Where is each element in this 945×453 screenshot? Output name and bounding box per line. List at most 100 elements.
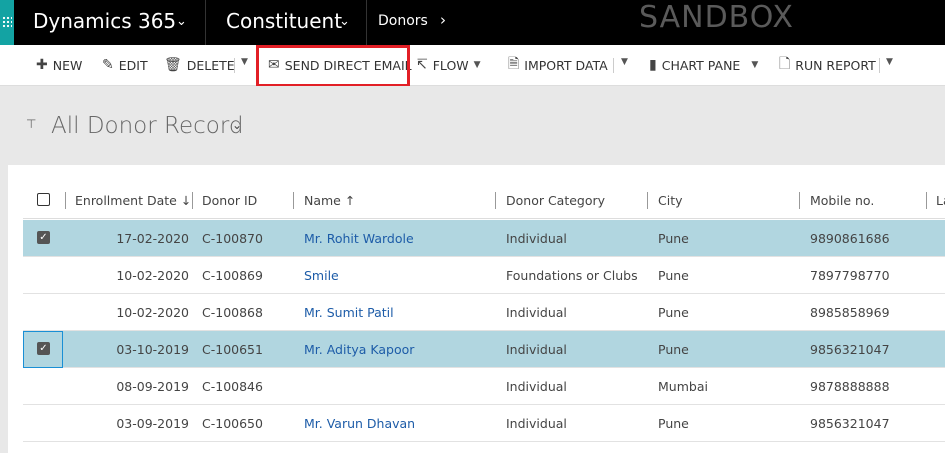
cell-mobile: 8985858969: [810, 305, 890, 320]
more-delete-caret-icon[interactable]: ▼: [241, 57, 248, 67]
caret-down-icon: ▼: [473, 60, 481, 70]
cell-enrollment-date: 17-02-2020: [116, 231, 189, 246]
highlight-box: [256, 45, 410, 87]
cell-donor-id: C-100846: [202, 379, 263, 394]
cell-donor-id: C-100651: [202, 342, 263, 357]
cell-mobile: 9856321047: [810, 342, 890, 357]
command-divider: [613, 58, 614, 73]
row-checkbox[interactable]: ✓: [37, 231, 50, 244]
cell-donor-category: Foundations or Clubs: [506, 268, 638, 283]
cell-donor-category: Individual: [506, 342, 567, 357]
sort-down-icon: ↓: [180, 193, 192, 208]
cell-city: Pune: [658, 231, 689, 246]
cell-city: Pune: [658, 416, 689, 431]
view-title[interactable]: All Donor Record: [51, 113, 244, 139]
plus-icon: ✚: [36, 57, 48, 73]
chart-pane-button[interactable]: ▮ CHART PANE ▼: [649, 55, 758, 75]
top-nav-bar: Dynamics 365 ⌄ Constituent ⌄ Donors › SA…: [0, 0, 945, 45]
column-divider: [647, 192, 648, 209]
cell-enrollment-date: 10-02-2020: [116, 305, 189, 320]
cell-name-link[interactable]: Smile: [304, 268, 339, 283]
cell-city: Mumbai: [658, 379, 708, 394]
delete-button[interactable]: 🗑 DELETE: [164, 55, 235, 75]
chevron-right-icon[interactable]: ›: [440, 11, 446, 29]
row-checkbox[interactable]: ✓: [37, 342, 50, 355]
cell-mobile: 9856321047: [810, 416, 890, 431]
command-bar: ✚ NEW ✎ EDIT 🗑 DELETE ▼ ✉ SEND DIRECT EM…: [0, 45, 945, 86]
report-icon: 🗋: [779, 56, 791, 72]
cell-donor-category: Individual: [506, 231, 567, 246]
edit-label: EDIT: [118, 57, 148, 73]
column-header-name[interactable]: Name ↑: [304, 193, 355, 208]
cell-name-link[interactable]: Mr. Varun Dhavan: [304, 416, 415, 431]
new-label: NEW: [52, 57, 83, 73]
cell-donor-id: C-100650: [202, 416, 263, 431]
run-report-button[interactable]: 🗋 RUN REPORT: [779, 55, 876, 75]
cell-mobile: 9890861686: [810, 231, 890, 246]
column-divider: [926, 192, 927, 209]
column-header-mobile[interactable]: Mobile no.: [810, 193, 874, 208]
app-launcher-button[interactable]: [0, 0, 14, 45]
cell-donor-category: Individual: [506, 416, 567, 431]
records-grid: Enrollment Date ↓ Donor ID Name ↑ Donor …: [8, 165, 945, 453]
app-title[interactable]: Dynamics 365: [33, 9, 176, 33]
column-header-city[interactable]: City: [658, 193, 683, 208]
cell-mobile: 7897798770: [810, 268, 890, 283]
new-button[interactable]: ✚ NEW: [36, 55, 82, 75]
cell-city: Pune: [658, 305, 689, 320]
select-all-checkbox[interactable]: [37, 193, 50, 206]
cell-mobile: 9878888888: [810, 379, 890, 394]
cell-city: Pune: [658, 342, 689, 357]
import-icon: 🗎: [508, 56, 520, 72]
edit-button[interactable]: ✎ EDIT: [102, 55, 148, 75]
column-header-donor-category[interactable]: Donor Category: [506, 193, 605, 208]
chart-pane-label: CHART PANE: [661, 57, 741, 73]
chevron-down-icon[interactable]: ⌄: [339, 14, 350, 29]
import-data-label: IMPORT DATA: [524, 57, 608, 73]
cell-enrollment-date: 08-09-2019: [116, 379, 189, 394]
cell-name-link[interactable]: Mr. Aditya Kapoor: [304, 342, 414, 357]
column-header-enrollment-date[interactable]: Enrollment Date ↓: [75, 193, 191, 208]
more-commands-caret-icon[interactable]: ▼: [886, 57, 893, 67]
cell-name-link[interactable]: Mr. Sumit Patil: [304, 305, 394, 320]
cell-city: Pune: [658, 268, 689, 283]
pin-icon[interactable]: ⊤: [26, 117, 36, 131]
entity-breadcrumb[interactable]: Donors: [378, 13, 428, 29]
table-row[interactable]: 03-09-2019 C-100650 Mr. Varun Dhavan Ind…: [23, 405, 945, 442]
table-row[interactable]: 10-02-2020 C-100869 Smile Foundations or…: [23, 257, 945, 294]
sort-up-icon: ↑: [344, 193, 356, 208]
area-selector[interactable]: Constituent: [226, 9, 342, 33]
flow-icon: ↸: [416, 57, 428, 73]
command-divider: [879, 58, 880, 73]
cell-donor-category: Individual: [506, 379, 567, 394]
cell-donor-id: C-100869: [202, 268, 263, 283]
import-data-button[interactable]: 🗎 IMPORT DATA: [508, 55, 608, 75]
cell-enrollment-date: 03-09-2019: [116, 416, 189, 431]
flow-label: FLOW: [432, 57, 469, 73]
cell-enrollment-date: 10-02-2020: [116, 268, 189, 283]
environment-badge: SANDBOX: [639, 0, 794, 35]
table-row[interactable]: 08-09-2019 C-100846 Individual Mumbai 98…: [23, 368, 945, 405]
command-divider: [234, 58, 235, 73]
more-import-caret-icon[interactable]: ▼: [621, 57, 628, 67]
cell-donor-category: Individual: [506, 305, 567, 320]
table-row[interactable]: ✓ 17-02-2020 C-100870 Mr. Rohit Wardole …: [23, 220, 945, 257]
run-report-label: RUN REPORT: [795, 57, 876, 73]
pencil-icon: ✎: [102, 57, 114, 73]
column-header-last[interactable]: La: [936, 193, 945, 208]
cell-donor-id: C-100870: [202, 231, 263, 246]
chevron-down-icon[interactable]: ⌄: [176, 14, 187, 29]
column-divider: [192, 192, 193, 209]
cell-donor-id: C-100868: [202, 305, 263, 320]
flow-button[interactable]: ↸ FLOW ▼: [416, 55, 481, 75]
chevron-down-icon[interactable]: ⌄: [232, 118, 242, 132]
bar-chart-icon: ▮: [649, 57, 657, 73]
cell-name-link[interactable]: Mr. Rohit Wardole: [304, 231, 414, 246]
column-divider: [65, 192, 66, 209]
nav-divider: [205, 0, 206, 45]
caret-down-icon: ▼: [751, 60, 759, 70]
table-row[interactable]: ✓ 03-10-2019 C-100651 Mr. Aditya Kapoor …: [23, 331, 945, 368]
delete-label: DELETE: [186, 57, 235, 73]
table-row[interactable]: 10-02-2020 C-100868 Mr. Sumit Patil Indi…: [23, 294, 945, 331]
column-header-donor-id[interactable]: Donor ID: [202, 193, 257, 208]
